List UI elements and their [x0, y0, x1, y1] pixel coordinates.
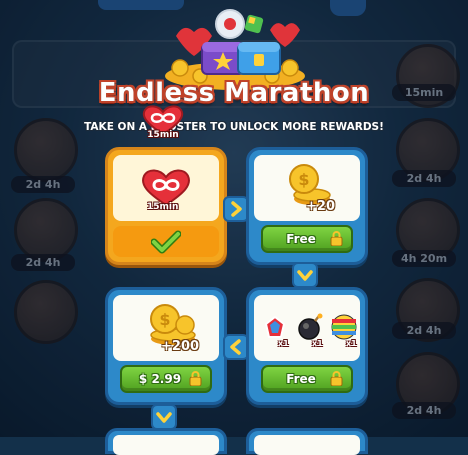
reward-card-6-partial[interactable] [246, 428, 368, 455]
claimed-area [113, 226, 219, 257]
popup-title: Endless Marathon [98, 78, 370, 108]
reward-card-5-partial[interactable] [105, 428, 227, 455]
purchase-button[interactable]: $ 2.99 [120, 365, 212, 393]
lock-icon [189, 371, 202, 386]
reward-card-3-content: $ +200 [113, 295, 219, 361]
chevron-right-icon [231, 201, 242, 217]
reward-card-4[interactable]: x1 x1 x1 Free [246, 287, 368, 405]
check-icon [151, 230, 181, 253]
svg-text:$: $ [159, 310, 170, 329]
rainbow-ball-booster-icon [331, 314, 357, 340]
popup-subtitle: TAKE ON A BOOSTER TO UNLOCK MORE REWARDS… [84, 121, 384, 133]
reward-card-3[interactable]: $ +200 $ 2.99 [105, 287, 227, 405]
reward-card-2[interactable]: $ +20 Free [246, 147, 368, 265]
arrow-down-2 [151, 404, 177, 430]
booster-1-qty: x1 [278, 339, 289, 348]
lock-icon [330, 371, 343, 386]
card-1-label: 15min [147, 202, 179, 212]
card-2-label: +20 [306, 199, 335, 214]
chevron-down-icon [156, 412, 172, 423]
reward-card-1[interactable]: 15min [105, 147, 227, 265]
reward-card-5-content [113, 435, 219, 455]
top-tag-duration: 15min [147, 130, 179, 140]
chevron-down-icon [297, 270, 313, 281]
booster-3-qty: x1 [346, 339, 357, 348]
infinite-heart-icon [142, 169, 190, 207]
lock-icon [330, 231, 343, 246]
reward-card-4-content: x1 x1 x1 [254, 295, 360, 361]
reward-card-6-content [254, 435, 360, 455]
chevron-left-icon [230, 339, 241, 355]
svg-text:$: $ [298, 170, 309, 189]
bomb-booster-icon [298, 313, 323, 340]
arrow-down-1 [292, 262, 318, 288]
booster-2-qty: x1 [312, 339, 323, 348]
free-button-label-2: Free [286, 372, 316, 386]
price-label: $ 2.99 [138, 372, 182, 386]
rocket-booster-icon [264, 315, 286, 338]
free-button-label-1: Free [286, 232, 316, 246]
reward-card-1-content: 15min [113, 155, 219, 221]
free-claim-button-2[interactable]: Free [261, 365, 353, 393]
free-claim-button-1[interactable]: Free [261, 225, 353, 253]
reward-card-2-content: $ +20 [254, 155, 360, 221]
card-3-label: +200 [161, 339, 200, 354]
